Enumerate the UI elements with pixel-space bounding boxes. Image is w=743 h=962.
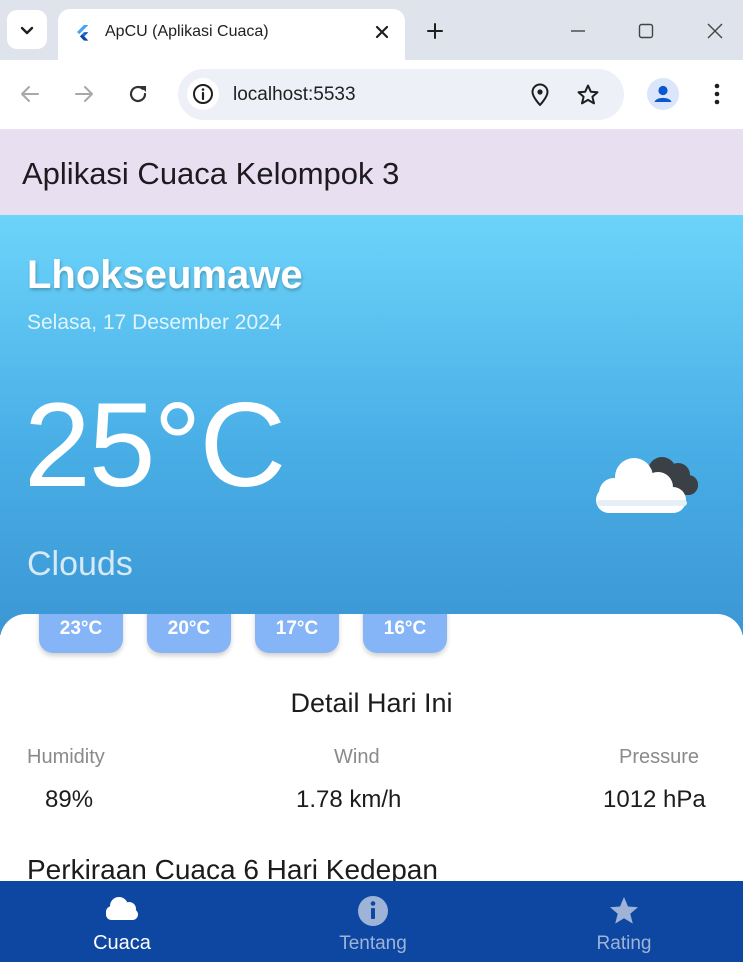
close-icon xyxy=(707,23,723,39)
browser-menu-button[interactable] xyxy=(702,78,732,110)
arrow-left-icon xyxy=(21,86,39,102)
new-tab-button[interactable] xyxy=(421,17,449,45)
minimize-button[interactable] xyxy=(562,15,594,47)
cloud-icon xyxy=(596,457,698,513)
forecast-title: Perkiraan Cuaca 6 Hari Kedepan xyxy=(27,854,438,884)
site-info-button[interactable] xyxy=(187,78,219,110)
tab-search-button[interactable] xyxy=(7,10,47,49)
location-button[interactable] xyxy=(526,81,554,109)
star-outline-icon xyxy=(577,84,599,105)
weather-condition: Clouds xyxy=(27,545,133,583)
profile-button[interactable] xyxy=(647,78,679,110)
app-bar: Aplikasi Cuaca Kelompok 3 xyxy=(0,129,743,215)
back-button[interactable] xyxy=(14,78,46,110)
arrow-right-icon xyxy=(75,86,93,102)
maximize-button[interactable] xyxy=(630,15,662,47)
nav-label: Tentang xyxy=(339,933,407,954)
reload-icon xyxy=(129,85,147,103)
current-date: Selasa, 17 Desember 2024 xyxy=(27,311,282,334)
maximize-icon xyxy=(638,23,654,39)
browser-toolbar: localhost:5533 xyxy=(0,60,743,129)
plus-icon xyxy=(427,23,443,39)
hourly-forecast-chip[interactable]: 20°C xyxy=(147,614,231,653)
star-icon xyxy=(610,897,638,924)
tab-close-button[interactable] xyxy=(370,20,394,44)
nav-item-cuaca[interactable]: Cuaca xyxy=(42,881,202,962)
humidity-label: Humidity xyxy=(27,746,105,768)
app-title: Aplikasi Cuaca Kelompok 3 xyxy=(22,156,400,191)
nav-label: Rating xyxy=(596,933,652,954)
details-sheet: 23°C 20°C 17°C 16°C Detail Hari Ini Humi… xyxy=(0,614,743,884)
window-close-button[interactable] xyxy=(699,15,731,47)
close-icon xyxy=(375,25,389,39)
nav-item-rating[interactable]: Rating xyxy=(544,881,704,962)
info-icon xyxy=(358,896,388,926)
wind-label: Wind xyxy=(334,746,380,768)
browser-tab-active[interactable]: ApCU (Aplikasi Cuaca) xyxy=(58,9,405,60)
humidity-value: 89% xyxy=(45,786,94,813)
more-vert-icon xyxy=(714,83,720,105)
hourly-forecast-chip[interactable]: 17°C xyxy=(255,614,339,653)
flutter-icon xyxy=(77,25,89,41)
reload-button[interactable] xyxy=(122,78,154,110)
detail-title: Detail Hari Ini xyxy=(290,688,453,718)
location-pin-icon xyxy=(531,83,549,106)
url-text[interactable]: localhost:5533 xyxy=(233,84,356,106)
tab-title: ApCU (Aplikasi Cuaca) xyxy=(105,23,269,40)
account-icon xyxy=(650,81,676,107)
hourly-forecast-chip[interactable]: 16°C xyxy=(363,614,447,653)
minimize-icon xyxy=(571,30,585,32)
bottom-navigation: Cuaca Tentang Rating xyxy=(0,881,743,962)
nav-item-tentang[interactable]: Tentang xyxy=(293,881,453,962)
bookmark-button[interactable] xyxy=(574,81,602,109)
chevron-down-icon xyxy=(20,26,34,34)
address-bar[interactable]: localhost:5533 xyxy=(178,69,624,120)
browser-tabstrip: ApCU (Aplikasi Cuaca) xyxy=(0,0,743,60)
forward-button[interactable] xyxy=(68,78,100,110)
info-icon xyxy=(193,84,213,104)
weather-hero: Lhokseumawe Selasa, 17 Desember 2024 25°… xyxy=(0,215,743,635)
hourly-forecast-chip[interactable]: 23°C xyxy=(39,614,123,653)
pressure-label: Pressure xyxy=(619,746,700,768)
wind-value: 1.78 km/h xyxy=(296,786,402,813)
city-name: Lhokseumawe xyxy=(27,253,303,297)
pressure-value: 1012 hPa xyxy=(603,786,706,813)
cloud-icon xyxy=(106,897,138,920)
current-temperature: 25°C xyxy=(24,378,286,512)
nav-label: Cuaca xyxy=(93,932,151,954)
